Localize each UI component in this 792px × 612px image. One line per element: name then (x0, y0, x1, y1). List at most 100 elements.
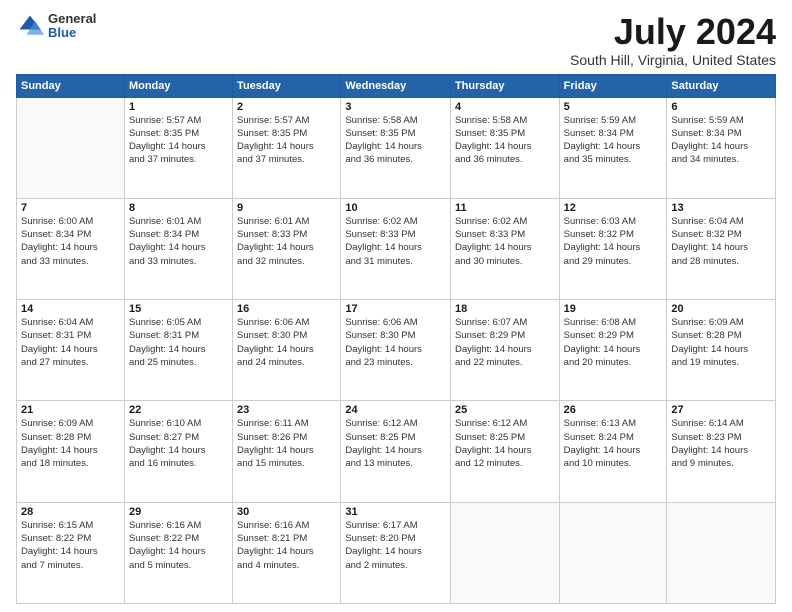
day-info: Sunrise: 6:00 AM Sunset: 8:34 PM Dayligh… (21, 215, 120, 268)
day-info: Sunrise: 6:04 AM Sunset: 8:31 PM Dayligh… (21, 316, 120, 369)
day-info: Sunrise: 6:08 AM Sunset: 8:29 PM Dayligh… (564, 316, 663, 369)
day-info: Sunrise: 6:11 AM Sunset: 8:26 PM Dayligh… (237, 417, 336, 470)
calendar-cell: 20Sunrise: 6:09 AM Sunset: 8:28 PM Dayli… (667, 300, 776, 401)
day-number: 25 (455, 404, 555, 416)
calendar-cell: 8Sunrise: 6:01 AM Sunset: 8:34 PM Daylig… (124, 198, 232, 299)
day-info: Sunrise: 5:58 AM Sunset: 8:35 PM Dayligh… (345, 114, 446, 167)
day-number: 20 (671, 303, 771, 315)
day-info: Sunrise: 6:07 AM Sunset: 8:29 PM Dayligh… (455, 316, 555, 369)
day-info: Sunrise: 6:02 AM Sunset: 8:33 PM Dayligh… (345, 215, 446, 268)
day-number: 13 (671, 202, 771, 214)
logo-blue-text: Blue (48, 26, 96, 40)
day-info: Sunrise: 6:09 AM Sunset: 8:28 PM Dayligh… (21, 417, 120, 470)
day-info: Sunrise: 6:16 AM Sunset: 8:22 PM Dayligh… (129, 519, 228, 572)
main-title: July 2024 (570, 12, 776, 52)
day-number: 17 (345, 303, 446, 315)
th-monday: Monday (124, 74, 232, 97)
calendar-cell: 1Sunrise: 5:57 AM Sunset: 8:35 PM Daylig… (124, 97, 232, 198)
header: General Blue July 2024 South Hill, Virgi… (16, 12, 776, 68)
day-info: Sunrise: 6:15 AM Sunset: 8:22 PM Dayligh… (21, 519, 120, 572)
day-info: Sunrise: 5:59 AM Sunset: 8:34 PM Dayligh… (671, 114, 771, 167)
week-row-4: 21Sunrise: 6:09 AM Sunset: 8:28 PM Dayli… (17, 401, 776, 502)
day-info: Sunrise: 6:14 AM Sunset: 8:23 PM Dayligh… (671, 417, 771, 470)
calendar-cell: 7Sunrise: 6:00 AM Sunset: 8:34 PM Daylig… (17, 198, 125, 299)
calendar-cell (17, 97, 125, 198)
th-friday: Friday (559, 74, 667, 97)
day-number: 31 (345, 506, 446, 518)
day-number: 23 (237, 404, 336, 416)
calendar-cell: 6Sunrise: 5:59 AM Sunset: 8:34 PM Daylig… (667, 97, 776, 198)
day-number: 2 (237, 101, 336, 113)
calendar-cell: 14Sunrise: 6:04 AM Sunset: 8:31 PM Dayli… (17, 300, 125, 401)
day-number: 27 (671, 404, 771, 416)
day-number: 22 (129, 404, 228, 416)
logo: General Blue (16, 12, 96, 41)
calendar-cell: 26Sunrise: 6:13 AM Sunset: 8:24 PM Dayli… (559, 401, 667, 502)
calendar-body: 1Sunrise: 5:57 AM Sunset: 8:35 PM Daylig… (17, 97, 776, 603)
week-row-5: 28Sunrise: 6:15 AM Sunset: 8:22 PM Dayli… (17, 502, 776, 603)
calendar-cell: 30Sunrise: 6:16 AM Sunset: 8:21 PM Dayli… (233, 502, 341, 603)
day-number: 24 (345, 404, 446, 416)
calendar-cell: 9Sunrise: 6:01 AM Sunset: 8:33 PM Daylig… (233, 198, 341, 299)
day-info: Sunrise: 6:02 AM Sunset: 8:33 PM Dayligh… (455, 215, 555, 268)
day-number: 18 (455, 303, 555, 315)
day-number: 3 (345, 101, 446, 113)
calendar-cell: 19Sunrise: 6:08 AM Sunset: 8:29 PM Dayli… (559, 300, 667, 401)
day-info: Sunrise: 5:57 AM Sunset: 8:35 PM Dayligh… (129, 114, 228, 167)
calendar-cell: 17Sunrise: 6:06 AM Sunset: 8:30 PM Dayli… (341, 300, 451, 401)
day-number: 11 (455, 202, 555, 214)
day-info: Sunrise: 6:09 AM Sunset: 8:28 PM Dayligh… (671, 316, 771, 369)
subtitle: South Hill, Virginia, United States (570, 52, 776, 68)
calendar-cell: 12Sunrise: 6:03 AM Sunset: 8:32 PM Dayli… (559, 198, 667, 299)
day-number: 10 (345, 202, 446, 214)
day-info: Sunrise: 6:12 AM Sunset: 8:25 PM Dayligh… (345, 417, 446, 470)
day-info: Sunrise: 6:16 AM Sunset: 8:21 PM Dayligh… (237, 519, 336, 572)
day-number: 14 (21, 303, 120, 315)
calendar-table: Sunday Monday Tuesday Wednesday Thursday… (16, 74, 776, 604)
day-number: 9 (237, 202, 336, 214)
day-info: Sunrise: 6:12 AM Sunset: 8:25 PM Dayligh… (455, 417, 555, 470)
week-row-2: 7Sunrise: 6:00 AM Sunset: 8:34 PM Daylig… (17, 198, 776, 299)
calendar-cell: 31Sunrise: 6:17 AM Sunset: 8:20 PM Dayli… (341, 502, 451, 603)
calendar-cell: 21Sunrise: 6:09 AM Sunset: 8:28 PM Dayli… (17, 401, 125, 502)
day-info: Sunrise: 5:57 AM Sunset: 8:35 PM Dayligh… (237, 114, 336, 167)
day-info: Sunrise: 6:10 AM Sunset: 8:27 PM Dayligh… (129, 417, 228, 470)
day-number: 12 (564, 202, 663, 214)
week-row-1: 1Sunrise: 5:57 AM Sunset: 8:35 PM Daylig… (17, 97, 776, 198)
calendar-cell: 11Sunrise: 6:02 AM Sunset: 8:33 PM Dayli… (450, 198, 559, 299)
day-info: Sunrise: 6:04 AM Sunset: 8:32 PM Dayligh… (671, 215, 771, 268)
day-number: 19 (564, 303, 663, 315)
day-info: Sunrise: 6:03 AM Sunset: 8:32 PM Dayligh… (564, 215, 663, 268)
day-info: Sunrise: 5:59 AM Sunset: 8:34 PM Dayligh… (564, 114, 663, 167)
calendar-cell: 13Sunrise: 6:04 AM Sunset: 8:32 PM Dayli… (667, 198, 776, 299)
week-row-3: 14Sunrise: 6:04 AM Sunset: 8:31 PM Dayli… (17, 300, 776, 401)
day-info: Sunrise: 6:06 AM Sunset: 8:30 PM Dayligh… (237, 316, 336, 369)
th-wednesday: Wednesday (341, 74, 451, 97)
calendar-cell: 3Sunrise: 5:58 AM Sunset: 8:35 PM Daylig… (341, 97, 451, 198)
day-number: 30 (237, 506, 336, 518)
th-tuesday: Tuesday (233, 74, 341, 97)
calendar-cell: 27Sunrise: 6:14 AM Sunset: 8:23 PM Dayli… (667, 401, 776, 502)
page: General Blue July 2024 South Hill, Virgi… (0, 0, 792, 612)
th-sunday: Sunday (17, 74, 125, 97)
calendar-cell: 18Sunrise: 6:07 AM Sunset: 8:29 PM Dayli… (450, 300, 559, 401)
header-row: Sunday Monday Tuesday Wednesday Thursday… (17, 74, 776, 97)
calendar-cell (450, 502, 559, 603)
calendar-cell: 25Sunrise: 6:12 AM Sunset: 8:25 PM Dayli… (450, 401, 559, 502)
day-info: Sunrise: 6:01 AM Sunset: 8:33 PM Dayligh… (237, 215, 336, 268)
day-number: 15 (129, 303, 228, 315)
calendar-cell: 22Sunrise: 6:10 AM Sunset: 8:27 PM Dayli… (124, 401, 232, 502)
calendar-cell: 4Sunrise: 5:58 AM Sunset: 8:35 PM Daylig… (450, 97, 559, 198)
logo-icon (16, 12, 44, 40)
day-number: 1 (129, 101, 228, 113)
day-info: Sunrise: 6:17 AM Sunset: 8:20 PM Dayligh… (345, 519, 446, 572)
day-info: Sunrise: 6:01 AM Sunset: 8:34 PM Dayligh… (129, 215, 228, 268)
calendar-cell: 23Sunrise: 6:11 AM Sunset: 8:26 PM Dayli… (233, 401, 341, 502)
day-info: Sunrise: 6:13 AM Sunset: 8:24 PM Dayligh… (564, 417, 663, 470)
day-number: 21 (21, 404, 120, 416)
calendar-cell (559, 502, 667, 603)
day-info: Sunrise: 6:06 AM Sunset: 8:30 PM Dayligh… (345, 316, 446, 369)
calendar-header: Sunday Monday Tuesday Wednesday Thursday… (17, 74, 776, 97)
calendar-cell: 16Sunrise: 6:06 AM Sunset: 8:30 PM Dayli… (233, 300, 341, 401)
day-info: Sunrise: 5:58 AM Sunset: 8:35 PM Dayligh… (455, 114, 555, 167)
